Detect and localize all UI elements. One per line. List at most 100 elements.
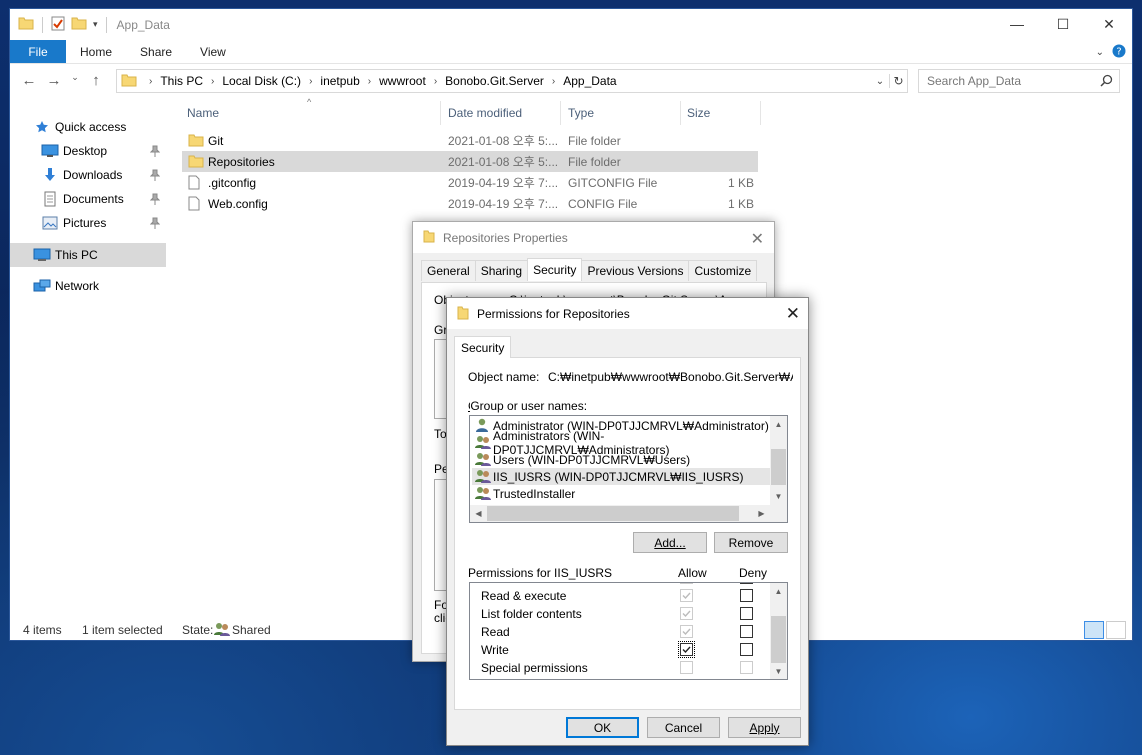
permissions-for-label: Permissions for IIS_IUSRS: [468, 566, 613, 580]
users-icon: [214, 622, 230, 640]
expand-ribbon-chevron-icon[interactable]: ⌄: [1096, 47, 1104, 58]
tab-security[interactable]: Security: [454, 336, 512, 358]
crumb-local-disk[interactable]: Local Disk (C:): [222, 74, 301, 88]
search-icon[interactable]: [1100, 74, 1113, 90]
scroll-down-icon[interactable]: ▼: [770, 663, 787, 679]
chevron-right-icon[interactable]: ›: [552, 76, 555, 87]
list-item[interactable]: TrustedInstaller: [472, 485, 770, 502]
sidebar-item-downloads[interactable]: Downloads: [10, 164, 166, 186]
scroll-down-icon[interactable]: ▼: [770, 488, 787, 505]
back-arrow-icon[interactable]: ←: [18, 72, 40, 89]
ok-button[interactable]: OK: [566, 717, 639, 738]
allow-checkbox[interactable]: [678, 641, 695, 658]
tab-sharing[interactable]: Sharing: [474, 260, 529, 281]
file-date: 2021-01-08 오후 5:...: [448, 134, 559, 148]
tab-security[interactable]: Security: [527, 258, 583, 281]
scroll-left-icon[interactable]: ◀: [470, 505, 487, 522]
address-dropdown-chevron-icon[interactable]: ⌄: [871, 76, 889, 87]
apply-button[interactable]: Apply: [728, 717, 801, 738]
file-row-repositories[interactable]: Repositories 2021-01-08 오후 5:... File fo…: [182, 151, 758, 172]
tab-customize[interactable]: Customize: [688, 260, 758, 281]
user-list-vertical-scrollbar[interactable]: ▲ ▼: [770, 416, 787, 505]
file-row-git[interactable]: Git 2021-01-08 오후 5:... File folder: [182, 130, 758, 151]
tab-view[interactable]: View: [186, 40, 240, 63]
pin-icon[interactable]: [149, 145, 161, 160]
file-row-web-config[interactable]: Web.config 2019-04-19 오후 7:... CONFIG Fi…: [182, 193, 758, 214]
permissions-title-bar[interactable]: Permissions for Repositories: [447, 298, 808, 329]
pin-icon[interactable]: [149, 217, 161, 232]
file-size: 1 KB: [727, 175, 754, 190]
allow-checkbox: [680, 625, 693, 638]
chevron-right-icon[interactable]: ›: [368, 76, 371, 87]
permission-list-scrollbar[interactable]: ▲ ▼: [770, 583, 787, 679]
crumb-app-data[interactable]: App_Data: [563, 74, 616, 88]
column-header-type[interactable]: Type: [568, 101, 594, 125]
search-input[interactable]: Search App_Data: [918, 69, 1120, 93]
scroll-right-icon[interactable]: ▶: [753, 505, 770, 522]
permission-name: Read: [481, 625, 510, 639]
sidebar-item-this-pc[interactable]: This PC: [10, 243, 166, 267]
pin-icon[interactable]: [149, 169, 161, 184]
address-bar[interactable]: › This PC › Local Disk (C:) › inetpub › …: [116, 69, 908, 93]
chevron-right-icon[interactable]: ›: [434, 76, 437, 87]
sidebar-item-quick-access[interactable]: Quick access: [10, 116, 166, 138]
sidebar-item-pictures[interactable]: Pictures: [10, 212, 166, 234]
large-icons-view-button[interactable]: [1106, 621, 1126, 639]
tab-previous-versions[interactable]: Previous Versions: [581, 260, 690, 281]
scroll-thumb[interactable]: [771, 616, 786, 663]
up-arrow-icon[interactable]: ↑: [85, 72, 107, 89]
forward-arrow-icon[interactable]: →: [43, 72, 65, 89]
tab-general[interactable]: General: [421, 260, 476, 281]
permission-list[interactable]: Read & execute List folder contents Read…: [469, 582, 788, 680]
help-icon[interactable]: ?: [1112, 44, 1126, 61]
permissions-close-button[interactable]: ✕: [786, 304, 800, 324]
title-bar[interactable]: ▾ App_Data — ☐ ✕: [10, 9, 1132, 40]
tab-file[interactable]: File: [10, 40, 66, 63]
tab-home[interactable]: Home: [66, 40, 126, 63]
properties-icon[interactable]: [51, 16, 65, 34]
add-button[interactable]: Add...: [633, 532, 707, 553]
sidebar-item-network[interactable]: Network: [10, 275, 166, 297]
recent-locations-chevron-icon[interactable]: ⌄: [68, 72, 82, 89]
deny-checkbox[interactable]: [740, 607, 753, 620]
close-button[interactable]: ✕: [1086, 9, 1132, 39]
cancel-button[interactable]: Cancel: [647, 717, 720, 738]
chevron-right-icon[interactable]: ›: [211, 76, 214, 87]
deny-checkbox[interactable]: [740, 589, 753, 602]
maximize-button[interactable]: ☐: [1040, 9, 1086, 39]
list-item[interactable]: IIS_IUSRS (WIN-DP0TJJCMRVL₩IIS_IUSRS): [472, 468, 770, 485]
minimize-button[interactable]: —: [994, 9, 1040, 39]
list-item[interactable]: Users (WIN-DP0TJJCMRVL₩Users): [472, 451, 770, 468]
new-folder-icon[interactable]: [71, 16, 87, 33]
column-header-date[interactable]: Date modified: [448, 101, 522, 125]
deny-checkbox: [740, 661, 753, 674]
customize-qat-chevron-icon[interactable]: ▾: [93, 19, 98, 30]
crumb-inetpub[interactable]: inetpub: [320, 74, 359, 88]
file-row-gitconfig[interactable]: .gitconfig 2019-04-19 오후 7:... GITCONFIG…: [182, 172, 758, 193]
properties-close-button[interactable]: ✕: [751, 229, 764, 249]
sidebar-item-desktop[interactable]: Desktop: [10, 140, 166, 162]
refresh-icon[interactable]: ↻: [889, 74, 907, 88]
scroll-thumb[interactable]: [487, 506, 739, 521]
column-header-size[interactable]: Size: [687, 101, 710, 125]
scroll-up-icon[interactable]: ▲: [770, 416, 787, 433]
deny-checkbox[interactable]: [740, 625, 753, 638]
column-header-name[interactable]: Name: [187, 101, 219, 125]
scroll-up-icon[interactable]: ▲: [770, 583, 787, 599]
details-view-button[interactable]: [1084, 621, 1104, 639]
remove-button[interactable]: Remove: [714, 532, 788, 553]
deny-checkbox[interactable]: [740, 643, 753, 656]
tab-share[interactable]: Share: [126, 40, 186, 63]
chevron-right-icon[interactable]: ›: [149, 76, 152, 87]
crumb-bonobo[interactable]: Bonobo.Git.Server: [445, 74, 544, 88]
user-list-horizontal-scrollbar[interactable]: ◀ ▶: [470, 505, 787, 522]
crumb-wwwroot[interactable]: wwwroot: [379, 74, 426, 88]
chevron-right-icon[interactable]: ›: [309, 76, 312, 87]
crumb-this-pc[interactable]: This PC: [160, 74, 203, 88]
pin-icon[interactable]: [149, 193, 161, 208]
properties-title-bar[interactable]: Repositories Properties: [413, 222, 774, 253]
user-list[interactable]: Administrator (WIN-DP0TJJCMRVL₩Administr…: [469, 415, 788, 523]
sidebar-item-documents[interactable]: Documents: [10, 188, 166, 210]
scroll-thumb[interactable]: [771, 449, 786, 485]
list-item[interactable]: Administrators (WIN-DP0TJJCMRVL₩Administ…: [472, 429, 770, 457]
